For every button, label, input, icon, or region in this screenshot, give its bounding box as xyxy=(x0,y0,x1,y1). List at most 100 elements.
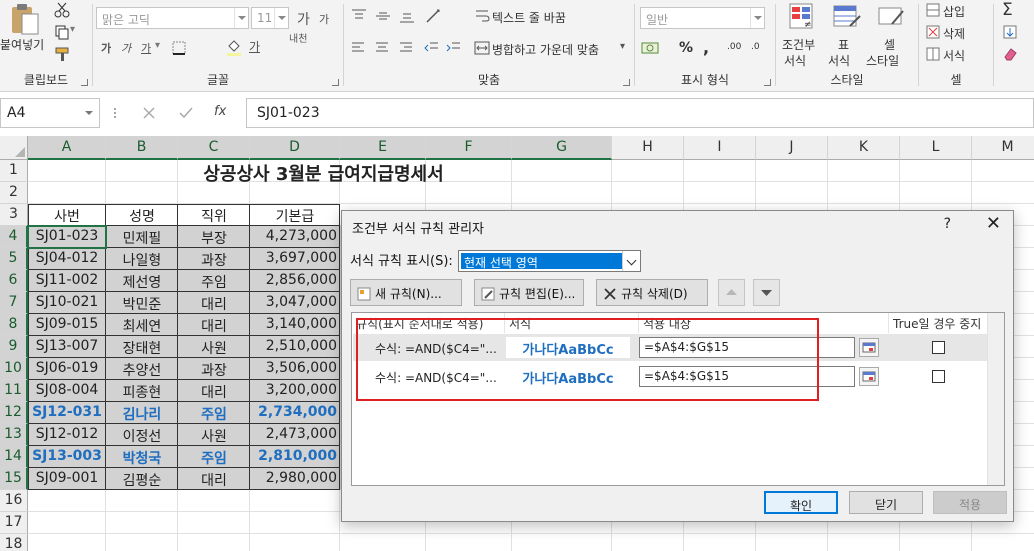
table-cell[interactable]: SJ10-021 xyxy=(28,292,106,314)
rules-list[interactable]: 규칙(표시 순서대로 적용) 서식 적용 대상 True일 경우 중지 수식: … xyxy=(351,312,1005,486)
table-cell[interactable]: 사원 xyxy=(178,336,250,358)
table-cell[interactable]: 박청국 xyxy=(106,446,178,468)
table-cell[interactable]: 2,980,000 xyxy=(250,468,340,490)
row-header-11[interactable]: 11 xyxy=(0,380,28,402)
table-cell[interactable]: 제선영 xyxy=(106,270,178,292)
format-as-table-icon[interactable] xyxy=(832,2,862,32)
applies-to-input[interactable]: =$A$4:$G$15 xyxy=(639,337,855,358)
column-header-k[interactable]: K xyxy=(828,136,900,160)
move-up-button[interactable] xyxy=(718,279,745,306)
alignment-dialog-launcher[interactable] xyxy=(623,79,630,86)
row-header-8[interactable]: 8 xyxy=(0,314,28,336)
clear-icon[interactable] xyxy=(1002,46,1018,62)
align-center-icon[interactable] xyxy=(374,40,390,56)
table-cell[interactable]: 과장 xyxy=(178,248,250,270)
row-header-9[interactable]: 9 xyxy=(0,336,28,358)
column-header-g[interactable]: G xyxy=(512,136,612,160)
copy-icon[interactable] xyxy=(54,24,70,40)
phonetic-button[interactable]: 내천 xyxy=(289,34,311,45)
autosum-button[interactable]: Σ xyxy=(1002,0,1013,20)
column-header-c[interactable]: C xyxy=(178,136,250,160)
paste-icon[interactable] xyxy=(8,2,42,36)
decrease-indent-icon[interactable] xyxy=(424,40,440,56)
decrease-decimal-button[interactable]: .0 xyxy=(751,42,760,52)
table-header-cell[interactable]: 사번 xyxy=(28,204,106,226)
more-options-icon[interactable] xyxy=(112,106,118,120)
table-cell[interactable]: 3,200,000 xyxy=(250,380,340,402)
align-right-icon[interactable] xyxy=(398,40,414,56)
table-cell[interactable]: 2,510,000 xyxy=(250,336,340,358)
column-header-j[interactable]: J xyxy=(756,136,828,160)
align-top-icon[interactable] xyxy=(350,8,368,24)
ok-button[interactable]: 확인 xyxy=(764,491,838,514)
wrap-text-button[interactable]: 텍스트 줄 바꿈 xyxy=(492,9,566,26)
range-select-icon[interactable] xyxy=(859,338,879,357)
table-cell[interactable]: 3,140,000 xyxy=(250,314,340,336)
table-header-cell[interactable]: 성명 xyxy=(106,204,178,226)
column-header-i[interactable]: I xyxy=(684,136,756,160)
cell-styles-label-2[interactable]: 스타일 xyxy=(866,52,899,69)
row-header-2[interactable]: 2 xyxy=(0,182,28,204)
table-cell[interactable]: 4,273,000 xyxy=(250,226,340,248)
apply-button[interactable]: 적용 xyxy=(933,491,1007,514)
conditional-formatting-label-2[interactable]: 서식 xyxy=(784,52,806,69)
rules-scrollbar[interactable] xyxy=(987,313,1004,485)
merge-dropdown-arrow[interactable]: ▾ xyxy=(620,41,625,52)
align-left-icon[interactable] xyxy=(350,40,366,56)
table-cell[interactable]: 과장 xyxy=(178,358,250,380)
column-header-e[interactable]: E xyxy=(340,136,426,160)
orientation-icon[interactable] xyxy=(424,8,446,24)
table-cell[interactable]: 사원 xyxy=(178,424,250,446)
delete-button[interactable]: 삭제 xyxy=(943,25,965,42)
font-color-button[interactable]: 가 xyxy=(249,38,260,55)
wrap-text-icon[interactable] xyxy=(474,8,490,24)
table-cell[interactable]: 추양선 xyxy=(106,358,178,380)
close-icon[interactable]: ✕ xyxy=(986,213,1001,234)
cell-styles-label-1[interactable]: 셀 xyxy=(884,36,895,53)
column-header-b[interactable]: B xyxy=(106,136,178,160)
table-cell[interactable]: 주임 xyxy=(178,270,250,292)
column-header-m[interactable]: M xyxy=(972,136,1034,160)
table-cell[interactable]: SJ06-019 xyxy=(28,358,106,380)
insert-function-button[interactable]: fx xyxy=(214,104,226,119)
increase-decimal-button[interactable]: .00 xyxy=(727,42,741,52)
table-cell[interactable]: SJ12-031 xyxy=(28,402,106,424)
applies-to-input[interactable]: =$A$4:$G$15 xyxy=(639,366,855,387)
comma-button[interactable]: , xyxy=(703,38,709,57)
cut-icon[interactable] xyxy=(54,2,70,18)
rule-row[interactable]: 수식: =AND($C4="... 가나다AaBbCc =$A$4:$G$15 xyxy=(353,334,989,361)
row-header-4[interactable]: 4 xyxy=(0,226,28,248)
row-header-16[interactable]: 16 xyxy=(0,490,28,512)
table-cell[interactable]: 대리 xyxy=(178,314,250,336)
format-as-table-label-2[interactable]: 서식 xyxy=(828,52,850,69)
border-icon[interactable] xyxy=(171,40,187,56)
help-button[interactable]: ? xyxy=(944,216,951,232)
merge-center-icon[interactable] xyxy=(474,40,490,56)
font-name-combo[interactable]: 맑은 고딕 xyxy=(96,7,249,29)
range-select-icon[interactable] xyxy=(859,367,879,386)
row-header-12[interactable]: 12 xyxy=(0,402,28,424)
table-cell[interactable]: 최세연 xyxy=(106,314,178,336)
table-cell[interactable]: 2,734,000 xyxy=(250,402,340,424)
row-header-10[interactable]: 10 xyxy=(0,358,28,380)
column-header-d[interactable]: D xyxy=(250,136,340,160)
table-cell[interactable]: SJ04-012 xyxy=(28,248,106,270)
stop-if-true-checkbox[interactable] xyxy=(932,370,945,383)
font-dialog-launcher[interactable] xyxy=(332,79,339,86)
table-cell[interactable]: SJ12-012 xyxy=(28,424,106,446)
enter-icon[interactable] xyxy=(178,106,194,120)
table-cell[interactable]: 피종현 xyxy=(106,380,178,402)
currency-icon[interactable] xyxy=(641,40,663,56)
paste-button[interactable]: 붙여넣기 xyxy=(0,36,44,53)
align-bottom-icon[interactable] xyxy=(398,8,416,24)
table-cell[interactable]: 장태현 xyxy=(106,336,178,358)
cancel-icon[interactable] xyxy=(142,106,156,120)
table-cell[interactable]: 민제필 xyxy=(106,226,178,248)
column-header-f[interactable]: F xyxy=(426,136,512,160)
table-header-cell[interactable]: 직위 xyxy=(178,204,250,226)
stop-if-true-checkbox[interactable] xyxy=(932,341,945,354)
fill-color-icon[interactable] xyxy=(225,38,243,56)
number-dialog-launcher[interactable] xyxy=(764,79,771,86)
clipboard-dialog-launcher[interactable] xyxy=(81,79,88,86)
row-header-5[interactable]: 5 xyxy=(0,248,28,270)
